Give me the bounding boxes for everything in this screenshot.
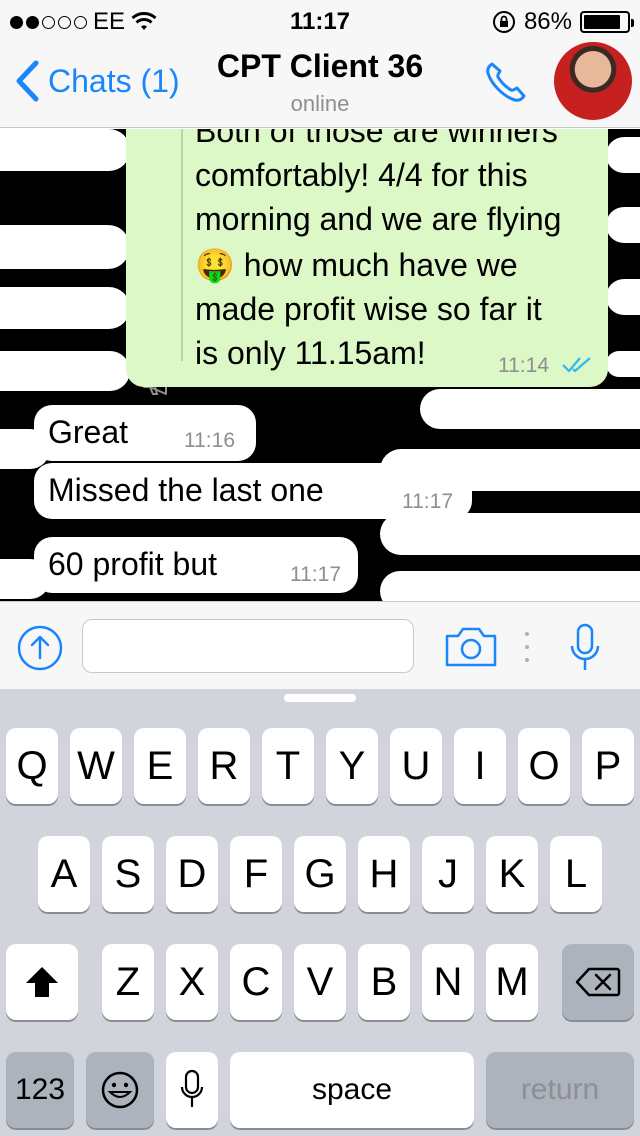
return-key[interactable]: return (486, 1052, 634, 1128)
input-bar (0, 601, 640, 689)
key-k[interactable]: K (486, 836, 538, 912)
dictation-key[interactable] (166, 1052, 218, 1128)
space-key[interactable]: space (230, 1052, 474, 1128)
contact-status: online (290, 91, 350, 116)
back-button[interactable]: Chats (1) (14, 60, 180, 102)
contact-name: CPT Client 36 (216, 48, 424, 84)
key-z[interactable]: Z (102, 944, 154, 1020)
separator-dots (524, 632, 530, 662)
chat-header: Chats (1) CPT Client 36 online (0, 40, 640, 128)
key-d[interactable]: D (166, 836, 218, 912)
emoji-key[interactable] (86, 1052, 154, 1128)
key-f[interactable]: F (230, 836, 282, 912)
key-n[interactable]: N (422, 944, 474, 1020)
key-m[interactable]: M (486, 944, 538, 1020)
numbers-key[interactable]: 123 (6, 1052, 74, 1128)
key-b[interactable]: B (358, 944, 410, 1020)
upload-button[interactable] (16, 624, 64, 672)
key-w[interactable]: W (70, 728, 122, 804)
battery-icon (580, 11, 634, 33)
key-i[interactable]: I (454, 728, 506, 804)
delete-icon (575, 967, 621, 997)
key-e[interactable]: E (134, 728, 186, 804)
key-u[interactable]: U (390, 728, 442, 804)
key-y[interactable]: Y (326, 728, 378, 804)
key-h[interactable]: H (358, 836, 410, 912)
phone-icon (486, 62, 526, 102)
keyboard: Q W E R T Y U I O P A S D F G H J K L Z … (0, 689, 640, 1136)
key-r[interactable]: R (198, 728, 250, 804)
message-time: 11:14 (498, 354, 549, 377)
delete-key[interactable] (562, 944, 634, 1020)
message-outgoing[interactable]: Both of those are winners comfortably! 4… (126, 129, 608, 387)
key-o[interactable]: O (518, 728, 570, 804)
contact-avatar[interactable] (554, 42, 632, 120)
key-v[interactable]: V (294, 944, 346, 1020)
call-button[interactable] (482, 58, 530, 106)
message-time: 11:16 (184, 429, 235, 452)
camera-button[interactable] (444, 626, 498, 668)
contact-info[interactable]: CPT Client 36 online (160, 48, 480, 117)
key-x[interactable]: X (166, 944, 218, 1020)
chat-area[interactable]: Both of those are winners comfortably! 4… (0, 129, 640, 601)
message-text: Great (48, 414, 129, 450)
status-bar: EE 11:17 86% (0, 0, 640, 40)
message-text: Both of those are winners comfortably! 4… (195, 129, 562, 371)
message-text: Missed the last one (48, 472, 324, 508)
key-s[interactable]: S (102, 836, 154, 912)
key-j[interactable]: J (422, 836, 474, 912)
battery-percent: 86% (523, 8, 572, 35)
orientation-lock-icon (492, 11, 515, 33)
message-time: 11:17 (402, 490, 453, 513)
message-time: 11:17 (290, 563, 341, 586)
camera-icon (445, 627, 497, 667)
dictation-mic-icon (180, 1069, 204, 1107)
voice-message-button[interactable] (568, 622, 602, 674)
message-text: 60 profit but (48, 546, 217, 582)
chevron-left-icon (16, 60, 39, 102)
message-input[interactable] (82, 619, 414, 673)
microphone-icon (570, 623, 600, 670)
message-incoming[interactable]: Great 11:16 (34, 405, 256, 461)
double-check-icon (562, 357, 591, 373)
shift-key[interactable] (6, 944, 78, 1020)
status-right: 86% (492, 8, 634, 36)
key-t[interactable]: T (262, 728, 314, 804)
key-p[interactable]: P (582, 728, 634, 804)
key-c[interactable]: C (230, 944, 282, 1020)
emoji-icon (101, 1071, 139, 1109)
message-incoming[interactable]: Missed the last one 11:17 (34, 463, 472, 519)
key-l[interactable]: L (550, 836, 602, 912)
key-g[interactable]: G (294, 836, 346, 912)
key-q[interactable]: Q (6, 728, 58, 804)
keyboard-handle[interactable] (284, 694, 356, 702)
message-incoming[interactable]: 60 profit but 11:17 (34, 537, 358, 593)
key-a[interactable]: A (38, 836, 90, 912)
shift-icon (26, 967, 58, 997)
upload-icon (17, 625, 63, 671)
